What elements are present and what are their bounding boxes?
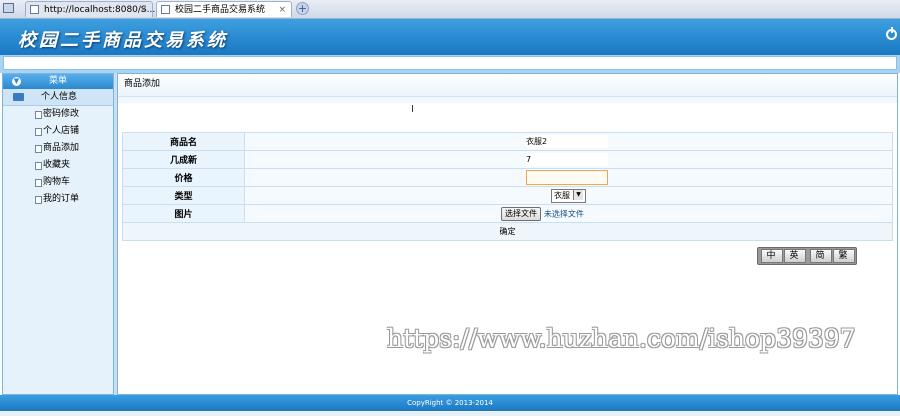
window-menu-icon[interactable] [3, 3, 14, 13]
form-row-image: 图片 选择文件 未选择文件 [122, 204, 893, 223]
page-icon [161, 5, 170, 14]
menu-group-personal[interactable]: 个人信息 [3, 89, 113, 106]
new-tab-button[interactable]: + [296, 2, 309, 15]
price-cell [244, 168, 893, 187]
form-row-submit: 确定 [122, 222, 893, 241]
watermark: https://www.huzhan.com/ishop39397 [387, 324, 856, 353]
sidebar-item-my-orders[interactable]: 我的订单 [3, 191, 113, 208]
lang-traditional-button[interactable]: 繁 [833, 249, 855, 263]
language-switcher: 中 英 简 繁 [757, 247, 857, 265]
document-icon [35, 196, 42, 204]
browser-tab-bar: http://localhost:8080/S... × 校园二手商品交易系统 … [0, 0, 900, 19]
browser-tab-2[interactable]: 校园二手商品交易系统 × [156, 1, 292, 17]
submit-button[interactable]: 确定 [500, 227, 516, 236]
form-row-condition: 几成新 7 [122, 150, 893, 169]
name-cell: 衣服2 [244, 132, 893, 151]
footer: CopyRight © 2013-2014 [0, 395, 900, 411]
folder-icon [13, 93, 24, 101]
app-header: 校园二手商品交易系统 [0, 19, 900, 55]
add-product-form: 商品名 衣服2 几成新 7 价格 类型 衣服 ▼ 图片 选择文件 未选择文件 确… [122, 132, 893, 241]
name-label: 商品名 [122, 132, 245, 151]
browser-tab-1[interactable]: http://localhost:8080/S... × [25, 1, 155, 18]
menu-group-label: 个人信息 [41, 92, 78, 102]
collapse-icon[interactable]: ▼ [12, 77, 21, 86]
submit-cell: 确定 [122, 222, 893, 241]
browser-tab-2-label: 校园二手商品交易系统 [175, 5, 266, 15]
price-input[interactable] [526, 170, 608, 185]
text-cursor-icon: I [411, 104, 414, 115]
content-band [118, 97, 897, 103]
image-cell: 选择文件 未选择文件 [244, 204, 893, 223]
chevron-down-icon[interactable]: ▼ [573, 189, 583, 200]
type-selected-value: 衣服 [554, 190, 570, 200]
form-row-name: 商品名 衣服2 [122, 132, 893, 151]
sidebar-item-favorites[interactable]: 收藏夹 [3, 157, 113, 174]
document-icon [35, 179, 42, 187]
price-label: 价格 [122, 168, 245, 187]
document-icon [35, 145, 42, 153]
sidebar-item-add-product[interactable]: 商品添加 [3, 140, 113, 157]
lang-simplified-button[interactable]: 简 [810, 249, 832, 263]
menu-header-label: 菜单 [48, 76, 67, 86]
form-row-price: 价格 [122, 168, 893, 187]
close-tab-1-icon[interactable]: × [139, 2, 147, 18]
sidebar-item-my-shop[interactable]: 个人店铺 [3, 123, 113, 140]
image-label: 图片 [122, 204, 245, 223]
type-label: 类型 [122, 186, 245, 205]
condition-cell: 7 [244, 150, 893, 169]
sidebar-item-change-password[interactable]: 密码修改 [3, 106, 113, 123]
file-status: 未选择文件 [543, 209, 584, 218]
page-icon [30, 5, 39, 14]
document-icon [35, 111, 42, 119]
bottom-strip [0, 411, 900, 416]
sub-bar-inner [3, 56, 897, 70]
form-row-type: 类型 衣服 ▼ [122, 186, 893, 205]
type-cell: 衣服 ▼ [244, 186, 893, 205]
type-select[interactable]: 衣服 ▼ [551, 188, 586, 203]
sidebar: ▼ 菜单 个人信息 密码修改 个人店铺 商品添加 收藏夹 购物车 我的订单 [2, 73, 114, 395]
choose-file-button[interactable]: 选择文件 [501, 206, 541, 221]
close-tab-2-icon[interactable]: × [278, 2, 286, 18]
condition-input[interactable]: 7 [526, 153, 608, 166]
power-icon[interactable] [886, 27, 897, 40]
breadcrumb: 商品添加 [118, 74, 897, 97]
document-icon [35, 128, 42, 136]
sidebar-item-cart[interactable]: 购物车 [3, 174, 113, 191]
lang-chinese-button[interactable]: 中 [761, 249, 783, 263]
condition-label: 几成新 [122, 150, 245, 169]
name-input[interactable]: 衣服2 [526, 135, 608, 148]
app-title: 校园二手商品交易系统 [18, 30, 228, 51]
lang-english-button[interactable]: 英 [784, 249, 806, 263]
document-icon [35, 162, 42, 170]
menu-header[interactable]: ▼ 菜单 [3, 74, 113, 89]
